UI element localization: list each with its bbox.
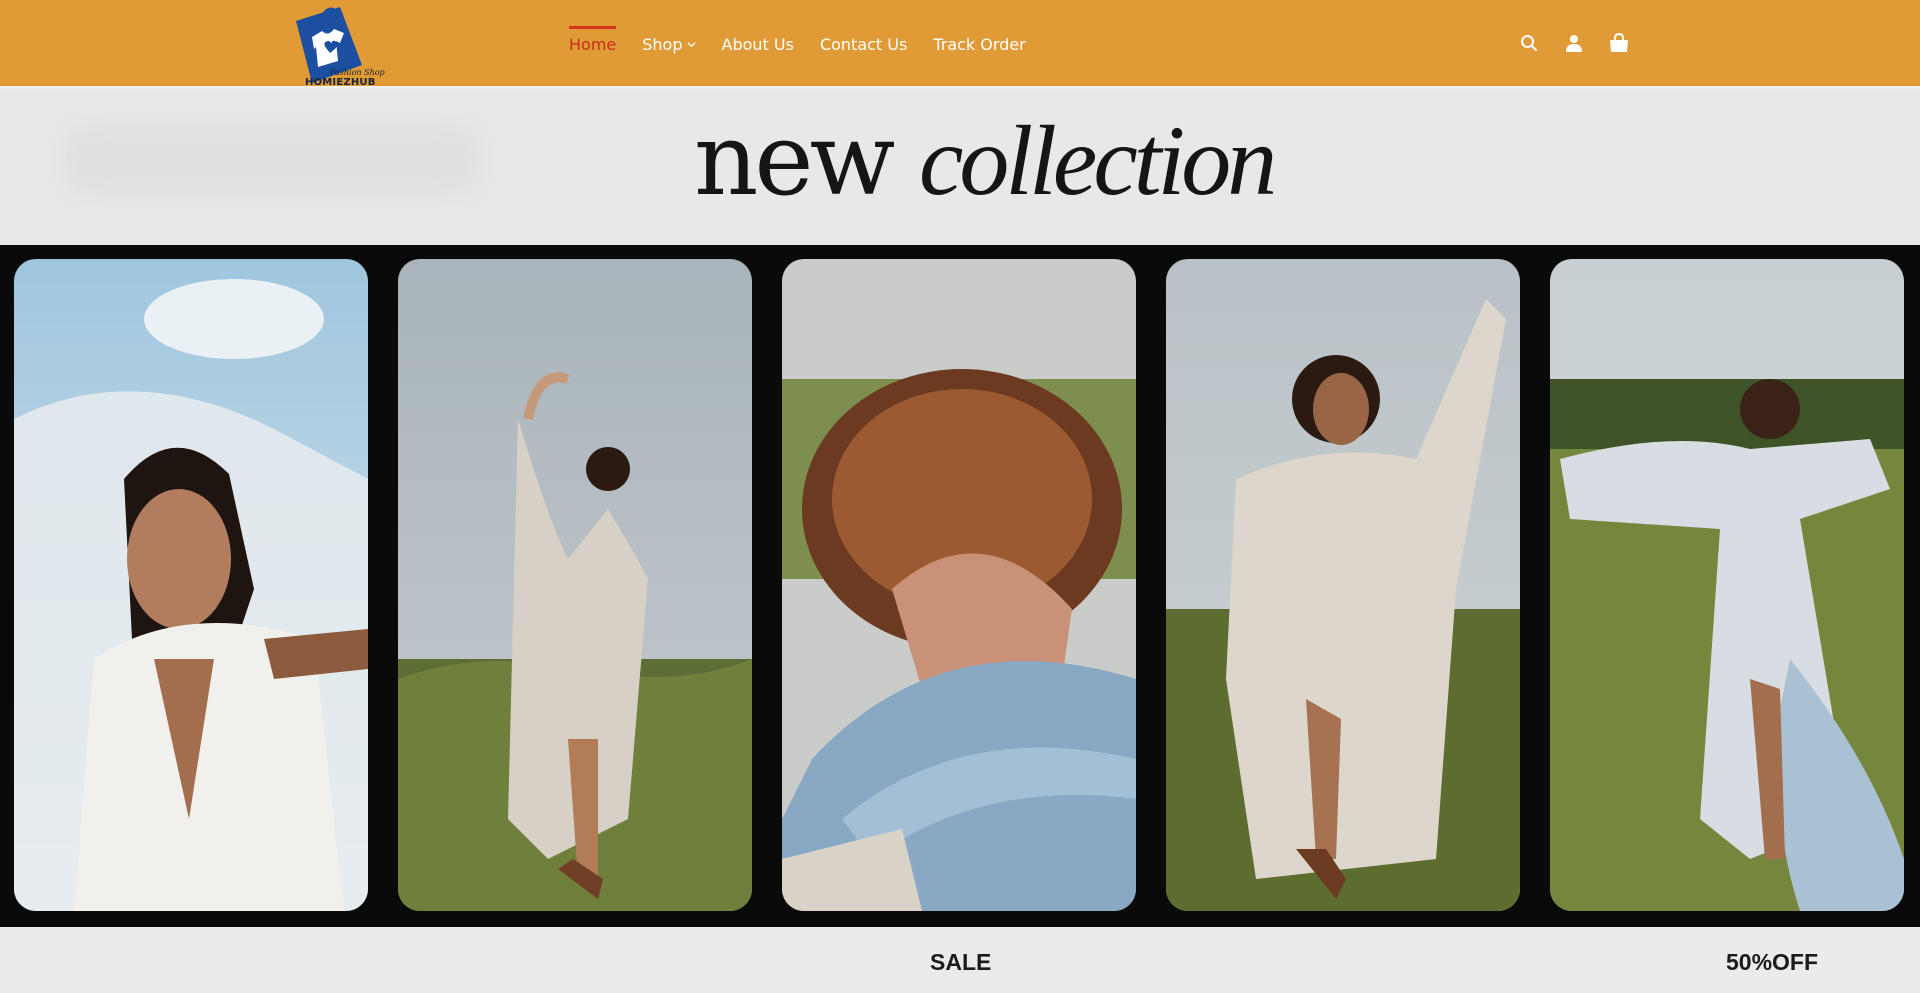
banner-blur-decoration	[62, 125, 482, 195]
logo-tagline: Fashion Shop	[330, 68, 385, 77]
main-nav: Home Shop About Us Contact Us Track Orde…	[569, 0, 1052, 88]
banner-title: new collection	[694, 110, 1277, 211]
chevron-down-icon	[686, 41, 696, 47]
model-photo-2[interactable]	[398, 259, 752, 911]
banner-title-word-collection: collection	[918, 105, 1277, 216]
model-photo-1[interactable]	[14, 259, 368, 911]
nav-item-about[interactable]: About Us	[722, 0, 794, 88]
header-actions	[1516, 30, 1651, 56]
nav-item-label: Contact Us	[819, 34, 908, 54]
shopping-bag-icon[interactable]	[1606, 30, 1632, 56]
site-header: Fashion Shop HOMIEZHUB Home Shop About U…	[0, 0, 1920, 88]
nav-item-contact[interactable]: Contact Us	[820, 0, 907, 88]
discount-label: 50%OFF	[1726, 949, 1819, 975]
logo-brand-name: HOMIEZHUB	[305, 77, 376, 88]
sale-label: SALE	[930, 949, 992, 975]
model-photo-3[interactable]	[782, 259, 1136, 911]
nav-item-shop[interactable]: Shop	[642, 0, 696, 88]
nav-item-label: Track Order	[933, 34, 1026, 54]
user-icon[interactable]	[1561, 30, 1587, 56]
banner-title-word-new: new	[694, 101, 895, 218]
nav-item-track-order[interactable]: Track Order	[933, 0, 1025, 88]
new-collection-banner: new collection	[0, 90, 1920, 245]
nav-item-label: Home	[569, 34, 617, 54]
nav-item-home[interactable]: Home	[569, 0, 617, 88]
photo-film-strip	[0, 245, 1920, 927]
model-photo-5[interactable]	[1550, 259, 1904, 911]
search-icon[interactable]	[1516, 30, 1542, 56]
promo-bar: SALE 50%OFF	[0, 927, 1920, 993]
model-photo-4[interactable]	[1166, 259, 1520, 911]
nav-item-label: About Us	[721, 34, 794, 54]
nav-item-label: Shop	[642, 34, 683, 54]
